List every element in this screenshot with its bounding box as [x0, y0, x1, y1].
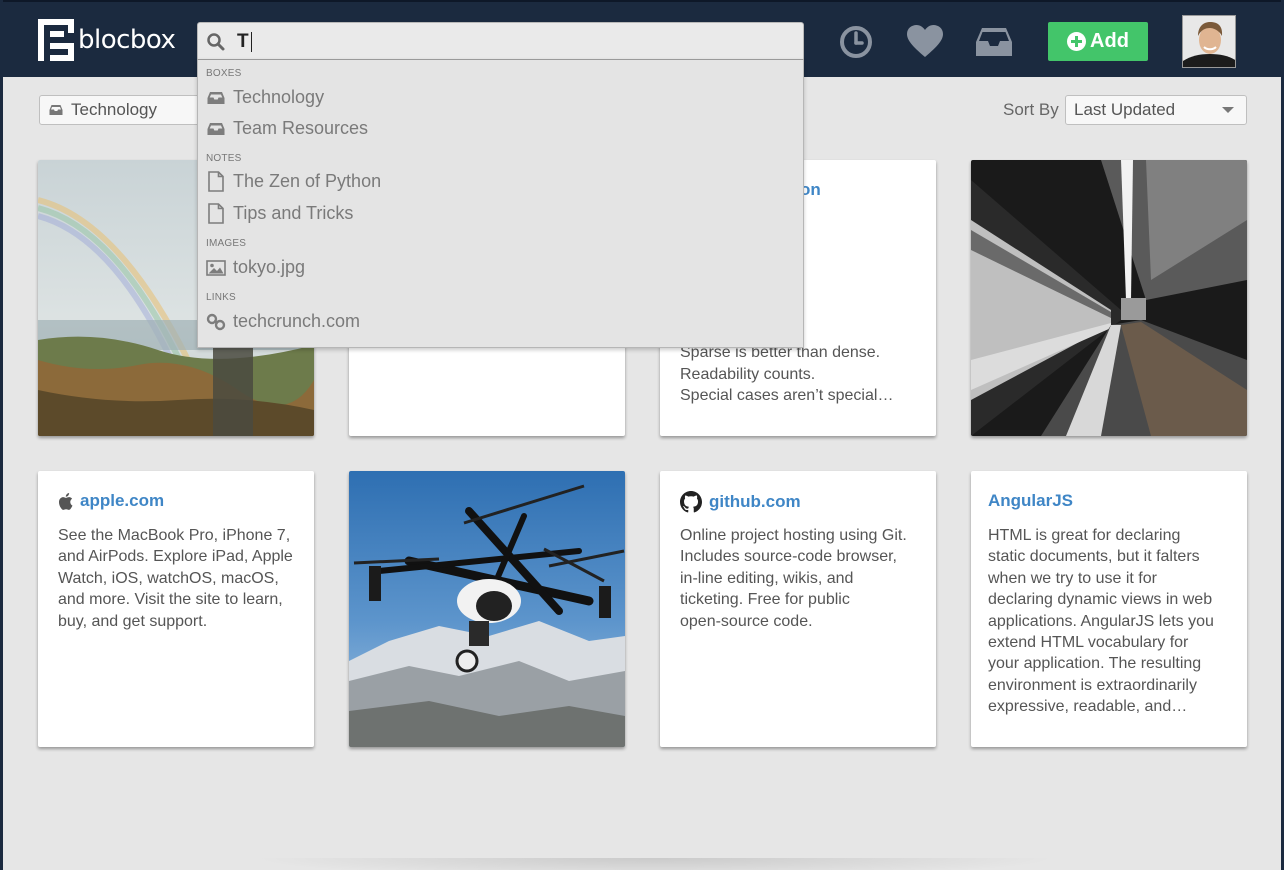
link-icon: [206, 313, 226, 330]
card-text-line: See the MacBook Pro, iPhone 7,: [58, 527, 291, 544]
box-filter-select[interactable]: Technology: [39, 95, 219, 125]
chevron-down-icon: [1222, 107, 1234, 113]
card-text-line: applications. AngularJS lets you: [988, 612, 1214, 630]
card-text-line: Readability counts.: [680, 365, 816, 383]
app-name: blocbox: [78, 25, 176, 55]
suggestion-note-tips-and-tricks[interactable]: Tips and Tricks: [206, 203, 353, 224]
blocbox-logo-icon: [38, 19, 74, 61]
card-text-line: open-source code.: [680, 612, 813, 630]
link-card-github[interactable]: github.com Online project hosting using …: [660, 471, 936, 747]
suggestion-box-technology[interactable]: Technology: [206, 87, 324, 108]
suggestion-link-techcrunch[interactable]: techcrunch.com: [206, 311, 360, 332]
section-label-links: LINKS: [206, 292, 236, 303]
app-logo[interactable]: blocbox: [38, 19, 176, 61]
box-filter-value: Technology: [71, 100, 158, 119]
drone-photo: [349, 471, 625, 747]
section-label-notes: NOTES: [206, 153, 242, 164]
image-card-tokyo[interactable]: [971, 160, 1247, 436]
add-button[interactable]: Add: [1048, 22, 1148, 61]
card-text-line: when we try to use it for: [988, 569, 1157, 587]
add-button-label: Add: [1090, 30, 1129, 52]
train-station-photo: [971, 160, 1247, 436]
sort-by-label: Sort By: [1003, 100, 1059, 119]
heart-icon[interactable]: [906, 24, 944, 60]
search-icon: [207, 33, 225, 51]
search-value: T: [237, 31, 249, 52]
footer-shadow: [250, 858, 1060, 870]
clock-icon[interactable]: [838, 24, 874, 60]
card-text-line: Includes source-code browser,: [680, 548, 897, 566]
card-text-line: declaring dynamic views in web: [988, 591, 1213, 609]
document-icon: [208, 171, 224, 192]
image-card-drone[interactable]: [349, 471, 625, 747]
plus-circle-icon: [1067, 32, 1087, 51]
card-body: Online project hosting using Git. Include…: [680, 525, 922, 632]
card-text-line: expressive, readable, and…: [988, 698, 1188, 716]
card-text-line: extend HTML vocabulary for: [988, 634, 1189, 652]
sort-value: Last Updated: [1074, 100, 1176, 119]
card-text-line: buy, and get support.: [58, 612, 208, 630]
card-title[interactable]: apple.com: [58, 491, 164, 511]
card-text-line: Special cases aren’t special…: [680, 387, 894, 405]
github-icon: [680, 491, 702, 513]
search-input[interactable]: T: [197, 22, 804, 62]
suggestion-image-tokyo[interactable]: tokyo.jpg: [206, 257, 305, 278]
card-text-line: in-line editing, wikis, and: [680, 569, 854, 587]
link-card-apple[interactable]: apple.com See the MacBook Pro, iPhone 7,…: [38, 471, 314, 747]
card-text-line: your application. The resulting: [988, 655, 1202, 673]
card-title-text: github.com: [709, 492, 801, 511]
image-icon: [206, 259, 226, 276]
sort-select[interactable]: Last Updated: [1065, 95, 1247, 125]
document-icon: [208, 203, 224, 224]
suggestion-box-team-resources[interactable]: Team Resources: [206, 118, 368, 139]
search-suggestions-dropdown: BOXES Technology Team Resources NOTES Th…: [197, 59, 804, 348]
tray-icon: [207, 122, 225, 135]
card-text-line: Online project hosting using Git.: [680, 527, 907, 544]
section-label-boxes: BOXES: [206, 68, 242, 79]
card-title-text: AngularJS: [988, 491, 1074, 510]
section-label-images: IMAGES: [206, 238, 247, 249]
note-card-angularjs[interactable]: AngularJS HTML is great for declaring sta…: [971, 471, 1247, 747]
card-text-line: Watch, iOS, watchOS, macOS,: [58, 569, 279, 587]
tray-icon: [49, 105, 63, 115]
user-avatar[interactable]: [1182, 15, 1236, 68]
inbox-icon[interactable]: [974, 24, 1014, 60]
card-title-text: apple.com: [80, 491, 165, 510]
window-frame-left: [0, 0, 3, 870]
text-caret: [250, 32, 252, 52]
card-text-line: HTML is great for declaring: [988, 527, 1181, 544]
card-title[interactable]: AngularJS: [988, 491, 1073, 511]
card-body: See the MacBook Pro, iPhone 7, and AirPod…: [58, 525, 300, 632]
card-text-line: static documents, but it falters: [988, 548, 1200, 566]
card-text-line: environment is extraordinarily: [988, 676, 1197, 694]
tray-icon: [207, 91, 225, 104]
card-text-line: and AirPods. Explore iPad, Apple: [58, 548, 293, 566]
apple-icon: [58, 492, 73, 510]
card-body: HTML is great for declaring static docume…: [988, 525, 1233, 718]
card-title[interactable]: github.com: [680, 491, 801, 513]
card-text-line: ticketing. Free for public: [680, 591, 850, 609]
suggestion-note-zen-of-python[interactable]: The Zen of Python: [206, 171, 381, 192]
card-text-line: and more. Visit the site to learn,: [58, 591, 283, 609]
